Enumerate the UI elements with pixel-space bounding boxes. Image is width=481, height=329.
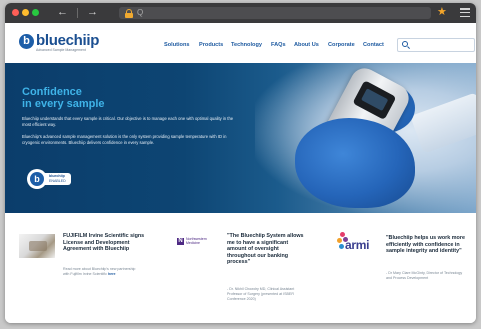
badge-mark: b bbox=[30, 172, 44, 186]
card-2-quote: "The Bluechiip System allows me to have … bbox=[227, 233, 304, 265]
armi-logo-text: armi bbox=[345, 238, 370, 252]
card-1-body-text: Read more about Bluechiip's new partners… bbox=[63, 267, 136, 276]
logo-mark: b bbox=[19, 34, 34, 49]
maximize-window-button[interactable] bbox=[32, 9, 39, 16]
hero-paragraph-2: Bluechiip's advanced sample management s… bbox=[22, 134, 227, 146]
address-bar[interactable]: Q bbox=[119, 7, 431, 19]
lock-icon bbox=[125, 9, 133, 18]
arrow-left-icon[interactable]: ← bbox=[57, 5, 68, 20]
badge-line2: ENABLED bbox=[49, 179, 66, 183]
browser-toolbar: ← → Q ★ bbox=[5, 3, 476, 23]
bluechiip-logo[interactable]: b bluechiip Advanced Sample Management bbox=[19, 32, 100, 55]
nav-solutions[interactable]: Solutions bbox=[164, 42, 189, 48]
northwestern-logo-line2: Medicine bbox=[186, 241, 201, 245]
star-icon[interactable]: ★ bbox=[437, 5, 447, 20]
nav-corporate[interactable]: Corporate bbox=[328, 42, 355, 48]
close-window-button[interactable] bbox=[12, 9, 19, 16]
hero-banner: Confidence in every sample Bluechiip und… bbox=[5, 63, 476, 213]
site-header: b bluechiip Advanced Sample Management S… bbox=[5, 23, 476, 63]
nav-about-us[interactable]: About Us bbox=[294, 42, 319, 48]
nav-contact[interactable]: Contact bbox=[363, 42, 384, 48]
bluechiip-enabled-badge: bluechiip ENABLED b bbox=[27, 169, 71, 189]
arrow-right-icon[interactable]: → bbox=[87, 5, 98, 20]
hero-title-line2: in every sample bbox=[22, 98, 105, 110]
northwestern-medicine-logo: N Northwestern Medicine bbox=[177, 237, 217, 249]
card-3-quote: "Bluechiip helps us work more efficientl… bbox=[386, 235, 465, 254]
browser-window: ← → Q ★ b bluechiip Advanced Sample Mana… bbox=[5, 3, 476, 323]
northwestern-mark: N bbox=[177, 238, 184, 245]
address-bar-search-glyph: Q bbox=[137, 8, 144, 17]
logo-tagline: Advanced Sample Management bbox=[36, 48, 86, 52]
card-2-attribution: - Dr. Nikhil Chowdry MD, Clinical Assist… bbox=[227, 287, 295, 301]
hero-title-line1: Confidence bbox=[22, 86, 82, 98]
minimize-window-button[interactable] bbox=[22, 9, 29, 16]
hamburger-menu-icon[interactable] bbox=[460, 8, 470, 18]
armi-logo: armi bbox=[335, 232, 379, 256]
site-search-input[interactable] bbox=[397, 38, 475, 52]
card-1-title: FUJIFILM Irvine Scientific signs License… bbox=[63, 233, 145, 252]
card-3-attribution: - Dr Mary Clare McGinty, Director of Tec… bbox=[386, 271, 463, 280]
card-1-read-more-link[interactable]: here bbox=[108, 272, 116, 276]
nav-products[interactable]: Products bbox=[199, 42, 223, 48]
toolbar-divider bbox=[77, 8, 78, 18]
hero-paragraph-1: Bluechiip understands that every sample … bbox=[22, 116, 234, 128]
fujifilm-thumbnail-image bbox=[19, 234, 55, 258]
badge-line1: bluechiip bbox=[49, 174, 65, 178]
nav-faqs[interactable]: FAQs bbox=[271, 42, 286, 48]
news-testimonials-section: FUJIFILM Irvine Scientific signs License… bbox=[5, 213, 476, 323]
search-icon[interactable] bbox=[402, 41, 408, 47]
nav-technology[interactable]: Technology bbox=[231, 42, 262, 48]
card-1-body: Read more about Bluechiip's new partners… bbox=[63, 267, 141, 277]
logo-text: bluechiip bbox=[36, 32, 100, 49]
